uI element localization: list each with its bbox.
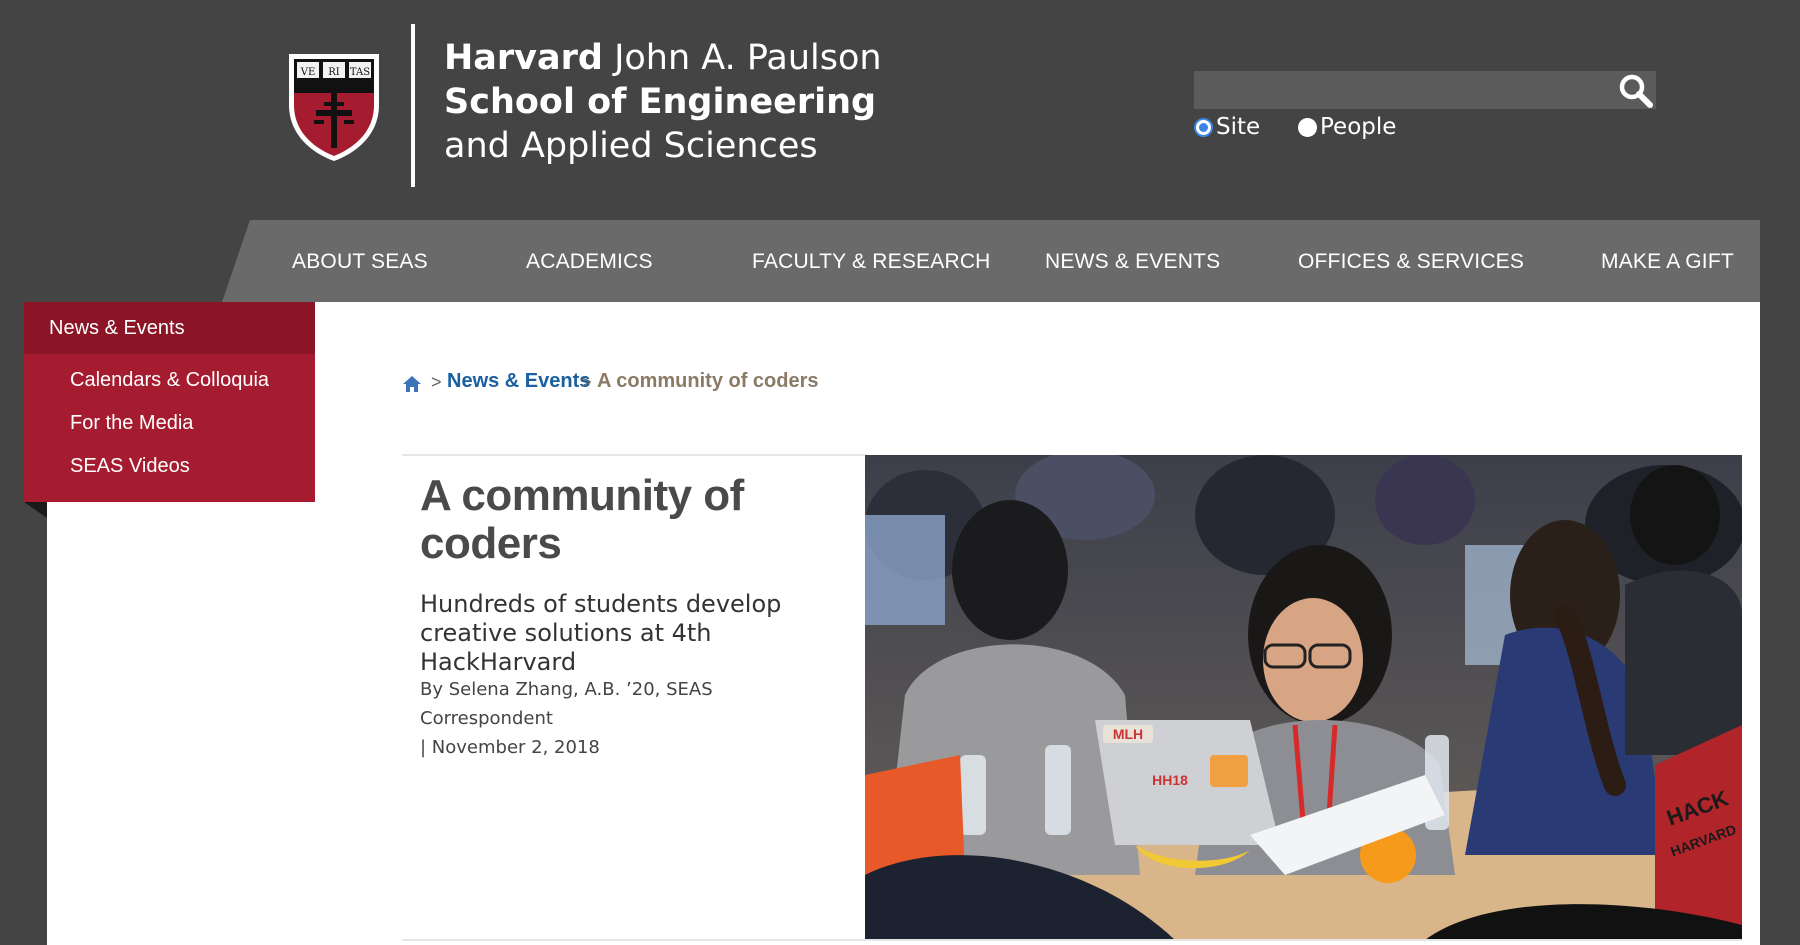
article-divider-bottom xyxy=(402,939,1742,941)
main-nav-bar xyxy=(222,220,1760,302)
sidebar-item-videos[interactable]: SEAS Videos xyxy=(70,451,190,481)
wordmark-applied: and Applied Sciences xyxy=(444,126,818,166)
article-hero-photo: MLH HH18 HACK HARVARD xyxy=(865,455,1742,940)
wordmark-school: School of Engineering xyxy=(444,82,877,122)
shield-text-ve: VE xyxy=(300,67,316,78)
breadcrumb-news-events[interactable]: News & Events xyxy=(447,370,590,393)
breadcrumb-separator: > xyxy=(581,372,592,392)
wordmark-harvard: Harvard xyxy=(444,38,603,78)
scope-site-option[interactable]: Site xyxy=(1194,114,1260,140)
breadcrumb-separator: > xyxy=(431,372,442,392)
scope-people-label: People xyxy=(1320,114,1397,140)
article-subtitle: Hundreds of students develop creative so… xyxy=(420,590,782,676)
sidebar-item-media[interactable]: For the Media xyxy=(70,408,193,438)
search-icon[interactable] xyxy=(1618,73,1654,109)
seas-wordmark[interactable]: Harvard John A. Paulson School of Engine… xyxy=(444,36,882,168)
sidebar-item-calendars[interactable]: Calendars & Colloquia xyxy=(70,365,269,395)
nav-make-a-gift[interactable]: MAKE A GIFT xyxy=(1601,240,1734,284)
scope-people-radio[interactable] xyxy=(1298,117,1317,137)
shield-text-ri: RI xyxy=(328,67,340,78)
article-byline-block: By Selena Zhang, A.B. ’20, SEAS Correspo… xyxy=(420,675,840,762)
scope-people-option[interactable]: People xyxy=(1298,114,1396,140)
breadcrumb-current: A community of coders xyxy=(597,370,819,392)
laptop-sticker-hh18: HH18 xyxy=(1152,772,1188,788)
shield-text-tas: TAS xyxy=(350,67,370,78)
nav-news-events[interactable]: NEWS & EVENTS xyxy=(1045,240,1220,284)
home-icon[interactable] xyxy=(402,374,422,394)
article-date: | November 2, 2018 xyxy=(420,737,600,758)
nav-academics[interactable]: ACADEMICS xyxy=(526,240,653,284)
article-byline: By Selena Zhang, A.B. ’20, SEAS Correspo… xyxy=(420,679,713,729)
laptop-sticker-mlh: MLH xyxy=(1113,726,1143,742)
seas-shield-logo[interactable]: VE RI TAS xyxy=(286,50,382,163)
sidebar-fold xyxy=(24,502,47,518)
nav-offices-services[interactable]: OFFICES & SERVICES xyxy=(1298,240,1524,284)
article-title: A community of coders xyxy=(420,471,744,568)
scope-site-label: Site xyxy=(1216,114,1261,140)
logo-divider xyxy=(411,24,415,187)
nav-about-seas[interactable]: ABOUT SEAS xyxy=(292,240,428,284)
sidebar-heading[interactable]: News & Events xyxy=(24,302,315,354)
article-divider-top xyxy=(402,454,866,456)
wordmark-paulson: John A. Paulson xyxy=(614,38,882,78)
nav-faculty-research[interactable]: FACULTY & RESEARCH xyxy=(752,240,991,284)
scope-site-radio[interactable] xyxy=(1194,117,1213,137)
search-input[interactable] xyxy=(1194,71,1656,109)
